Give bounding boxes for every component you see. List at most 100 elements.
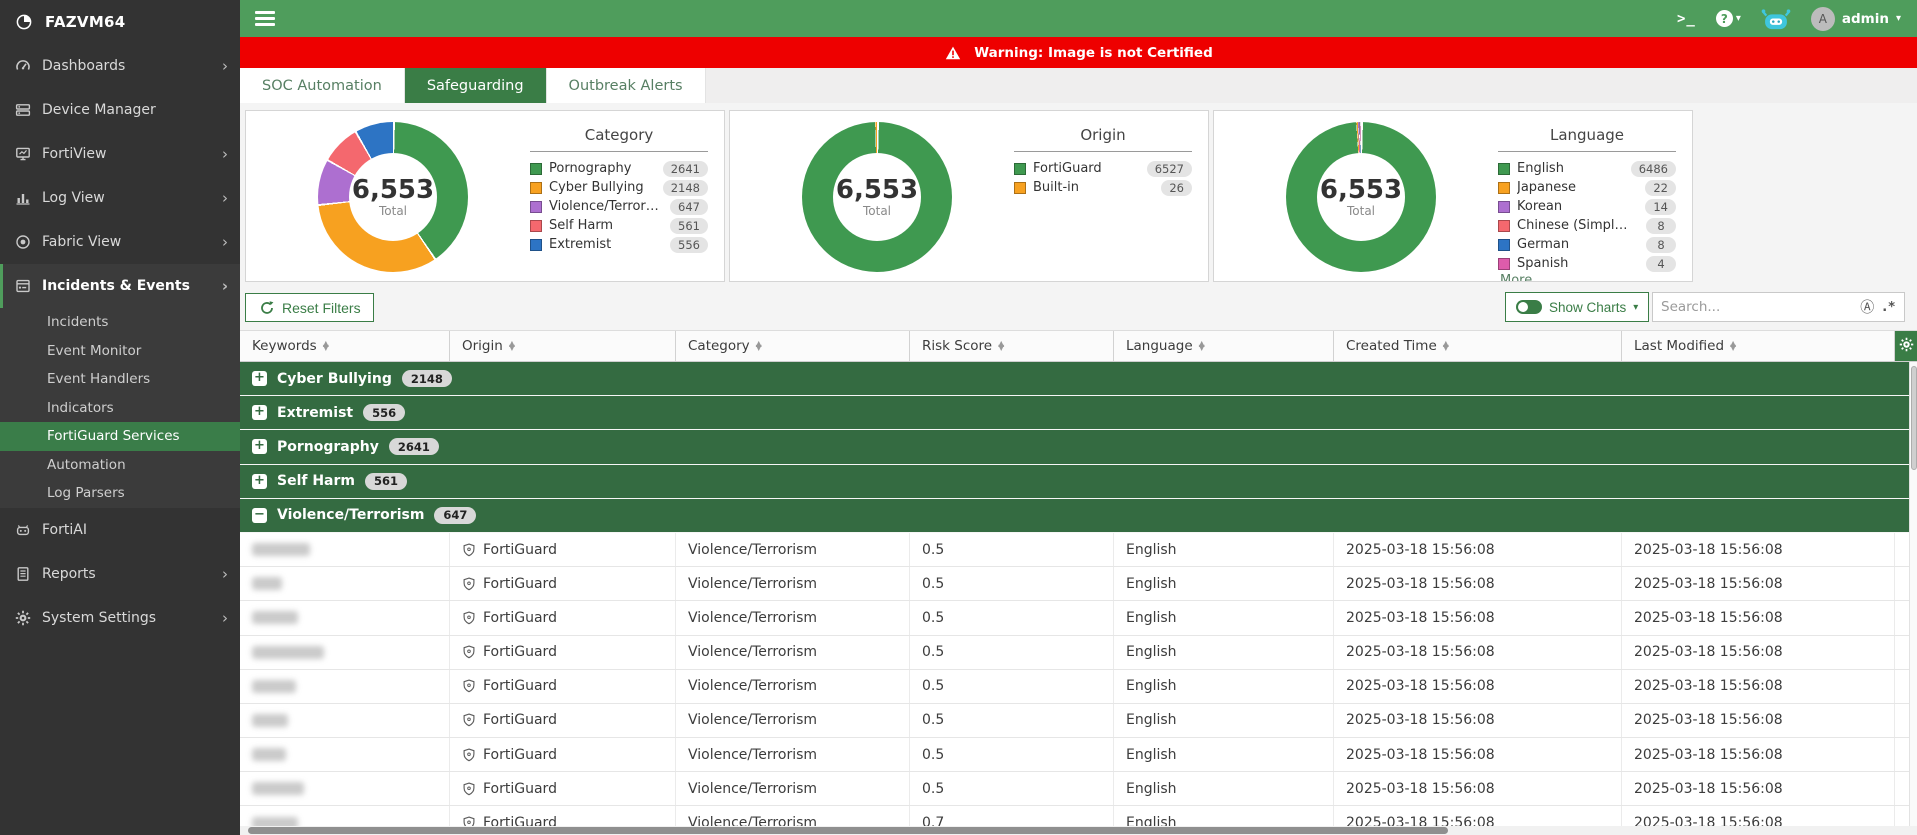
donut-chart[interactable]: 6,553 Total	[318, 122, 468, 272]
assistant-robot-icon[interactable]	[1761, 6, 1791, 31]
group-row-cyber-bullying[interactable]: + Cyber Bullying 2148	[240, 362, 1909, 397]
sort-icon: ▲ ▼	[1442, 338, 1449, 352]
horizontal-scrollbar[interactable]	[240, 826, 1917, 835]
legend-item[interactable]: Extremist 556	[530, 235, 708, 254]
expand-icon[interactable]: +	[252, 473, 267, 489]
sidebar-item-automation[interactable]: Automation	[0, 451, 240, 480]
table-row[interactable]: FortiGuard Violence/Terrorism 0.5 English 20…	[240, 567, 1909, 602]
sidebar-item-log-view[interactable]: Log View ›	[0, 176, 240, 220]
legend-more-link[interactable]: More...	[1498, 273, 1676, 281]
legend-item[interactable]: Self Harm 561	[530, 216, 708, 235]
table-cell: FortiGuard	[450, 806, 676, 826]
help-menu[interactable]: ? ▾	[1715, 10, 1741, 27]
app-logo-row[interactable]: FAZVM64	[0, 0, 240, 44]
vertical-scrollbar-thumb[interactable]	[1910, 366, 1917, 470]
origin-value: FortiGuard	[483, 780, 557, 797]
pie-logo-icon	[14, 14, 34, 31]
category-value: Violence/Terrorism	[688, 815, 818, 826]
expand-icon[interactable]: +	[252, 405, 267, 421]
sidebar-item-fortiai[interactable]: FortiAI	[0, 508, 240, 552]
group-count-badge: 647	[434, 506, 477, 524]
sidebar-item-incidents-events[interactable]: Incidents & Events ›	[0, 264, 240, 308]
expand-icon[interactable]: +	[252, 371, 267, 387]
language-value: English	[1126, 541, 1177, 558]
chart-legend: Language English 6486 Japanese 22 Korean 14 Chi…	[1498, 111, 1676, 281]
risk-score-value: 0.5	[922, 541, 945, 558]
vertical-scrollbar[interactable]	[1909, 362, 1917, 826]
group-row-extremist[interactable]: + Extremist 556	[240, 396, 1909, 431]
sidebar-item-indicators[interactable]: Indicators	[0, 394, 240, 423]
cli-console-icon[interactable]: >_	[1677, 11, 1696, 27]
donut-chart[interactable]: 6,553 Total	[1286, 122, 1436, 272]
category-value: Violence/Terrorism	[688, 644, 818, 661]
tab-safeguarding[interactable]: Safeguarding	[404, 68, 547, 103]
column-header-category[interactable]: Category ▲ ▼	[676, 331, 910, 361]
legend-item[interactable]: FortiGuard 6527	[1014, 159, 1192, 178]
reset-filters-button[interactable]: Reset Filters	[245, 293, 374, 322]
tab-outbreak-alerts[interactable]: Outbreak Alerts	[546, 68, 706, 103]
chevron-right-icon: ›	[222, 608, 228, 627]
sidebar-item-reports[interactable]: Reports ›	[0, 552, 240, 596]
table-cell: FortiGuard	[450, 601, 676, 635]
search-input[interactable]	[1661, 299, 1853, 315]
horizontal-scrollbar-thumb[interactable]	[248, 827, 1448, 834]
table-row[interactable]: FortiGuard Violence/Terrorism 0.5 English 20…	[240, 532, 1909, 568]
sidebar-item-system-settings[interactable]: System Settings ›	[0, 596, 240, 640]
column-settings-button[interactable]	[1895, 331, 1917, 361]
tab-soc-automation[interactable]: SOC Automation	[240, 68, 405, 103]
sidebar-item-event-handlers[interactable]: Event Handlers	[0, 365, 240, 394]
group-row-self-harm[interactable]: + Self Harm 561	[240, 464, 1909, 499]
sidebar-item-label: Device Manager	[42, 102, 156, 118]
table-cell: 2025-03-18 15:56:08	[1334, 772, 1622, 806]
sidebar-item-fortiview[interactable]: FortiView ›	[0, 132, 240, 176]
regex-search-icon[interactable]: .*	[1882, 300, 1896, 315]
donut-chart[interactable]: 6,553 Total	[802, 122, 952, 272]
column-header-keywords[interactable]: Keywords ▲ ▼	[240, 331, 450, 361]
table-row[interactable]: FortiGuard Violence/Terrorism 0.5 English 20…	[240, 601, 1909, 636]
legend-swatch	[1498, 200, 1510, 213]
column-header-language[interactable]: Language ▲ ▼	[1114, 331, 1334, 361]
sidebar-item-event-monitor[interactable]: Event Monitor	[0, 337, 240, 366]
help-icon: ?	[1715, 10, 1733, 27]
collapse-icon[interactable]: −	[252, 507, 267, 523]
legend-item[interactable]: Violence/Terrorism 647	[530, 197, 708, 216]
legend-label: German	[1517, 237, 1570, 252]
group-row-violence-terrorism[interactable]: − Violence/Terrorism 647	[240, 498, 1909, 533]
legend-item[interactable]: Cyber Bullying 2148	[530, 178, 708, 197]
tab-bar: SOC Automation Safeguarding Outbreak Alert…	[240, 68, 1917, 103]
legend-item[interactable]: Japanese 22	[1498, 178, 1676, 197]
table-row[interactable]: FortiGuard Violence/Terrorism 0.5 English 20…	[240, 635, 1909, 670]
sidebar-item-incidents[interactable]: Incidents	[0, 308, 240, 337]
legend-item[interactable]: Built-in 26	[1014, 178, 1192, 197]
legend-count-badge: 22	[1645, 179, 1676, 196]
sidebar-item-label: Incidents & Events	[42, 278, 190, 294]
table-row[interactable]: FortiGuard Violence/Terrorism 0.5 English 20…	[240, 772, 1909, 807]
legend-item[interactable]: Spanish 4	[1498, 254, 1676, 273]
table-row[interactable]: FortiGuard Violence/Terrorism 0.5 English 20…	[240, 703, 1909, 739]
column-header-risk-score[interactable]: Risk Score ▲ ▼	[910, 331, 1114, 361]
sidebar-section-incidents-events: Incidents & Events › Incidents Event Monito…	[0, 264, 240, 508]
column-header-last-modified[interactable]: Last Modified ▲ ▼	[1622, 331, 1895, 361]
legend-item[interactable]: Korean 14	[1498, 197, 1676, 216]
expand-icon[interactable]: +	[252, 439, 267, 455]
sidebar-item-fortiguard-services[interactable]: FortiGuard Services	[0, 422, 240, 451]
legend-item[interactable]: English 6486	[1498, 159, 1676, 178]
sidebar-item-dashboards[interactable]: Dashboards ›	[0, 44, 240, 88]
show-charts-button[interactable]: Show Charts ▾	[1505, 292, 1650, 322]
user-menu[interactable]: A admin ▾	[1810, 6, 1901, 31]
group-row-pornography[interactable]: + Pornography 2641	[240, 430, 1909, 465]
table-row[interactable]: FortiGuard Violence/Terrorism 0.5 English 20…	[240, 669, 1909, 704]
sidebar-item-fabric-view[interactable]: Fabric View ›	[0, 220, 240, 264]
legend-item[interactable]: Pornography 2641	[530, 159, 708, 178]
column-header-origin[interactable]: Origin ▲ ▼	[450, 331, 676, 361]
category-value: Violence/Terrorism	[688, 746, 818, 763]
sidebar-item-device-manager[interactable]: Device Manager	[0, 88, 240, 132]
legend-item[interactable]: German 8	[1498, 235, 1676, 254]
table-row[interactable]: FortiGuard Violence/Terrorism 0.5 English 20…	[240, 738, 1909, 773]
column-header-created-time[interactable]: Created Time ▲ ▼	[1334, 331, 1622, 361]
match-case-icon[interactable]: Ⓐ	[1860, 297, 1874, 317]
sidebar-item-log-parsers[interactable]: Log Parsers	[0, 479, 240, 508]
hamburger-menu-icon[interactable]	[255, 8, 275, 30]
legend-item[interactable]: Chinese (Simplified) 8	[1498, 216, 1676, 235]
table-row[interactable]: FortiGuard Violence/Terrorism 0.7 English 20…	[240, 806, 1909, 826]
